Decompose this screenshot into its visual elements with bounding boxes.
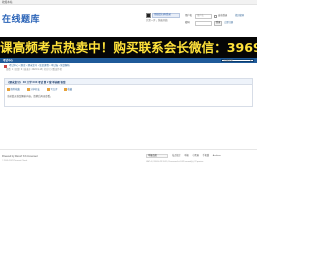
tool-share-label: 分享好友 bbox=[30, 89, 40, 92]
tool-review[interactable]: 写点评 bbox=[47, 88, 57, 92]
tool-share[interactable]: 分享好友 bbox=[27, 88, 40, 92]
wechat-login-button[interactable]: 用微信扫码登录 bbox=[152, 13, 180, 18]
footer-link[interactable]: 手机版 bbox=[203, 155, 210, 157]
promo-banner-text: 课高频考点热卖中！购买联系会长微信：396966666 六 bbox=[0, 40, 257, 55]
tool-favorite[interactable]: 收藏 bbox=[64, 88, 72, 92]
share-icon bbox=[27, 88, 30, 91]
main-nav: 考试中心 快速搜索 ▼ bbox=[0, 58, 257, 63]
tool-review-label: 写点评 bbox=[50, 89, 58, 92]
footer-link[interactable]: 站点统计 bbox=[172, 155, 181, 157]
report-button[interactable]: 举报违规 bbox=[146, 154, 168, 158]
thread-tools: 推荐收藏 分享好友 写点评 收藏 bbox=[7, 88, 247, 92]
remember-label: 自动登录 bbox=[218, 15, 228, 17]
nav-home[interactable]: 考试中心 bbox=[3, 59, 13, 62]
footer-link[interactable]: 小黑屋 bbox=[192, 155, 199, 157]
tool-recommend-label: 推荐收藏 bbox=[10, 89, 20, 92]
copyright: © 2001-2023 Tencent Cloud. bbox=[2, 160, 28, 162]
username-label: 用户名 bbox=[185, 14, 193, 17]
login-row-pwd: 密码 登录 立即注册 bbox=[185, 21, 255, 26]
thread-header: 《期末复习》 XX 大学 XXX 考试 第 2 套 单选题 答案 bbox=[5, 79, 252, 85]
star-icon bbox=[7, 88, 10, 91]
password-label: 密码 bbox=[185, 21, 190, 24]
site-logo[interactable]: 在线题库 bbox=[2, 15, 40, 26]
register-link[interactable]: 立即注册 bbox=[224, 22, 233, 25]
favorite-link[interactable]: 收藏本站 bbox=[2, 1, 12, 4]
breadcrumb-text[interactable]: 考试中心 › 题库 › 期末复习 › 某某课程 › 本试卷 › 答案解析 bbox=[9, 64, 70, 68]
tool-favorite-label: 收藏 bbox=[67, 89, 73, 92]
powered-by[interactable]: Powered by Discuz! X3.4 Licensed bbox=[2, 156, 38, 159]
favorite-icon bbox=[64, 88, 67, 91]
login-row-user: 用户名 用户名 自动登录 找回密码 bbox=[185, 14, 255, 19]
footer-link[interactable]: Archiver bbox=[213, 155, 221, 157]
login-button[interactable]: 登录 bbox=[214, 21, 222, 26]
thread-panel: 《期末复习》 XX 大学 XXX 考试 第 2 套 单选题 答案 推荐收藏 分享… bbox=[4, 78, 253, 107]
wechat-login: 用微信扫码登录 只需一步，快速开始 bbox=[146, 13, 182, 27]
tool-recommend[interactable]: 推荐收藏 bbox=[7, 88, 20, 92]
quick-search-label: 快速搜索 bbox=[223, 58, 234, 62]
server-info: GMT+8, 2024-4-23 20:39, Processed in 0.0… bbox=[146, 161, 204, 163]
promo-banner[interactable]: 课高频考点热卖中！购买联系会长微信：396966666 六 bbox=[0, 37, 257, 58]
wechat-login-hint: 只需一步，快速开始 bbox=[146, 19, 168, 22]
thread-body: 当前暂无答案解析内容，请稍后再来查看。 bbox=[7, 95, 53, 98]
username-input[interactable]: 用户名 bbox=[195, 14, 212, 19]
home-icon[interactable] bbox=[4, 65, 7, 68]
thread-title: 《期末复习》 XX 大学 XXX 考试 第 2 套 单选题 答案 bbox=[7, 80, 66, 84]
site-header: 在线题库 用微信扫码登录 只需一步，快速开始 用户名 用户名 自动登录 找回密码… bbox=[0, 5, 257, 37]
qr-code-icon[interactable] bbox=[146, 13, 151, 18]
remember-checkbox[interactable] bbox=[214, 15, 217, 18]
thread-stats: 查看: 1 | 回复: 0 | 发表于 2023-9-18 | 打印 | 只看该… bbox=[6, 69, 62, 71]
forgot-link[interactable]: 找回密码 bbox=[235, 15, 244, 18]
login-form: 用户名 用户名 自动登录 找回密码 密码 登录 立即注册 bbox=[185, 14, 255, 32]
quick-search[interactable]: 快速搜索 ▼ bbox=[221, 58, 254, 63]
password-input[interactable] bbox=[195, 21, 212, 26]
footer-links: 站点统计 举报 小黑屋 手机版 Archiver bbox=[172, 155, 256, 158]
comment-icon bbox=[47, 88, 50, 91]
chevron-down-icon[interactable]: ▼ bbox=[250, 59, 252, 63]
site-footer: Powered by Discuz! X3.4 Licensed © 2001-… bbox=[0, 149, 257, 169]
footer-link[interactable]: 举报 bbox=[184, 155, 188, 157]
